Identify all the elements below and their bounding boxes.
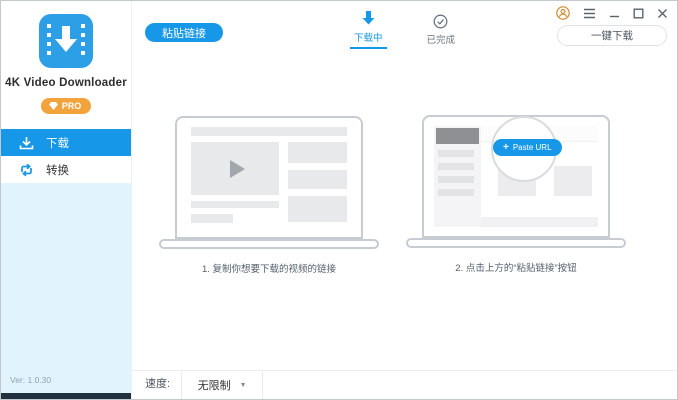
speed-value: 无限制 (198, 377, 231, 393)
mock-text-line (191, 214, 233, 223)
pro-badge: PRO (41, 98, 92, 114)
mock-menu-line (438, 163, 474, 170)
account-icon[interactable] (556, 6, 570, 20)
mock-thumbnail (288, 142, 347, 163)
maximize-icon[interactable] (633, 8, 644, 19)
minimize-icon[interactable] (609, 8, 620, 19)
mock-status-bar (481, 217, 598, 227)
close-icon[interactable] (657, 8, 668, 19)
app-window: 4K Video Downloader PRO 下载 (0, 0, 678, 400)
step1-caption: 1. 复制你想要下载的视频的链接 (202, 261, 336, 275)
sidebar: 4K Video Downloader PRO 下载 (1, 1, 131, 399)
app-title: 4K Video Downloader (1, 77, 131, 89)
caret-down-icon: ▼ (240, 382, 247, 389)
mock-sidebar-header (436, 128, 479, 144)
step2-caption: 2. 点击上方的“粘贴链接”按钮 (455, 260, 576, 274)
sidebar-item-convert[interactable]: 转换 (1, 156, 131, 183)
app-mockup: + Paste URL (434, 126, 598, 227)
browser-mockup (191, 127, 347, 228)
mock-menu-line (438, 150, 474, 157)
laptop-screen-1 (175, 116, 363, 239)
play-icon (230, 160, 245, 178)
check-circle-icon (433, 14, 448, 29)
sidebar-item-download[interactable]: 下载 (1, 129, 131, 156)
menu-icon[interactable] (583, 8, 596, 19)
tab-label: 已完成 (427, 32, 456, 46)
tab-downloading[interactable]: 下载中 (350, 10, 387, 49)
topbar: 粘贴链接 下载中 已完成 (132, 1, 677, 61)
gem-icon (49, 102, 58, 110)
mock-menu-line (438, 189, 474, 196)
mock-menu-line (438, 176, 474, 183)
paste-url-label: Paste URL (513, 143, 552, 152)
mock-thumbnail (288, 170, 347, 189)
one-click-download-button[interactable]: 一键下载 (557, 25, 667, 46)
pro-badge-label: PRO (62, 101, 82, 111)
step-1: 1. 复制你想要下载的视频的链接 (139, 116, 399, 275)
speed-label: 速度: (145, 371, 170, 399)
tab-label: 下载中 (354, 30, 383, 44)
mock-item-block (554, 166, 592, 196)
tab-completed[interactable]: 已完成 (423, 10, 460, 49)
sidebar-bottom-strip (1, 393, 131, 399)
plus-icon: + (503, 143, 509, 153)
step-2: + Paste URL 2. 点击上方的“粘贴链接”按钮 (386, 115, 646, 274)
laptop-screen-2: + Paste URL (422, 115, 610, 238)
sidebar-item-label: 下载 (46, 135, 69, 151)
mock-thumbnail (288, 196, 347, 222)
sidebar-item-label: 转换 (46, 162, 69, 178)
main-column: 粘贴链接 下载中 已完成 (131, 1, 677, 399)
mock-text-line (191, 201, 279, 208)
speed-limit-select[interactable]: 无限制 ▼ (181, 371, 263, 399)
sidebar-background: Ver: 1.0.30 (1, 183, 131, 393)
app-logo-icon (39, 14, 93, 68)
version-label: Ver: 1.0.30 (10, 375, 51, 385)
status-bar: 速度: 无限制 ▼ (132, 370, 677, 399)
window-controls (556, 6, 668, 20)
laptop-base-1 (159, 239, 379, 249)
convert-icon (19, 163, 34, 177)
laptop-base-2 (406, 238, 626, 248)
download-arrow-icon (360, 10, 377, 27)
mock-video-player (191, 142, 279, 195)
paste-url-button[interactable]: + Paste URL (493, 139, 562, 156)
content-area: 1. 复制你想要下载的视频的链接 (132, 61, 677, 370)
sidebar-nav: 下载 转换 (1, 129, 131, 183)
mock-title-bar (191, 127, 347, 136)
download-tray-icon (19, 136, 34, 150)
mock-sidebar (434, 126, 481, 227)
